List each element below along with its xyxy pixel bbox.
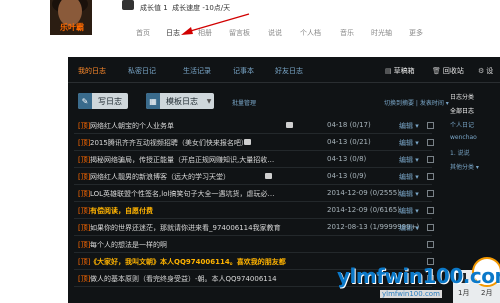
blog-title-link[interactable]: 揭秘网络骗局，传授正能量（开启正规网赚知识,大量招收… xyxy=(90,155,274,165)
drafts-icon: ▤ xyxy=(385,67,392,75)
profile-header: 乐叶霸 成长值 1 成长速度 -10点/天 首页 日志 相册 留言板 说说 个人… xyxy=(0,0,500,57)
blog-title-link[interactable]: 2015腾讯齐齐互动视频招聘（美女们快来报名吧） xyxy=(90,138,248,148)
edit-dropdown[interactable]: 编辑 ▾ xyxy=(399,172,419,182)
edit-dropdown[interactable]: 编辑 ▾ xyxy=(399,138,419,148)
write-icon: ✎ xyxy=(78,93,92,109)
pinned-tag: [顶] xyxy=(78,173,91,181)
tab-friend-blogs[interactable]: 好友日志 xyxy=(275,66,303,76)
category-all[interactable]: 全部日志 xyxy=(450,106,474,115)
recycle-label: 回收站 xyxy=(442,67,464,75)
row-checkbox[interactable] xyxy=(427,173,434,180)
drafts-label: 草稿箱 xyxy=(393,67,415,75)
blog-title-link[interactable]: 网络红人朝宝的个人业务单 xyxy=(90,121,174,131)
nav-music[interactable]: 音乐 xyxy=(340,28,354,38)
row-checkbox[interactable] xyxy=(427,139,434,146)
blog-title-link[interactable]: LOL英雄联盟个性签名,lol搞笑句子大全一遇坑货，虐玩必… xyxy=(90,189,274,199)
edit-dropdown[interactable]: 编辑 ▾ xyxy=(399,206,419,216)
pinned-tag: [顶] xyxy=(78,139,91,147)
row-checkbox[interactable] xyxy=(427,190,434,197)
row-checkbox[interactable] xyxy=(427,241,434,248)
blog-title-link[interactable]: 做人的基本原则（看完终身受益）-朝。本人QQ974006114 xyxy=(90,274,277,284)
blog-row[interactable]: [顶] 网络红人朝宝的个人业务单 04-18 (0/17) 编辑 ▾ xyxy=(74,117,434,134)
settings-button[interactable]: ⚙ 设 xyxy=(478,66,493,76)
pinned-tag: [顶] xyxy=(78,275,91,283)
category-wenchao[interactable]: wenchao xyxy=(450,134,477,141)
blog-date-count: 2014-12-09 (0/6165) xyxy=(327,206,400,214)
category-personal[interactable]: 个人日记 xyxy=(450,120,474,129)
blog-title-link[interactable]: 网络红人靓男的新浪博客（远大的学习天堂） xyxy=(90,172,230,182)
template-blog-button[interactable]: ▦ 模板日志 ▼ xyxy=(146,93,214,109)
edit-dropdown[interactable]: 编辑 ▾ xyxy=(399,121,419,131)
watermark-subtext: ylmfwin100.com xyxy=(380,290,442,298)
nav-shuoshuo[interactable]: 说说 xyxy=(268,28,282,38)
template-icon: ▦ xyxy=(146,93,160,109)
pinned-tag: [顶] xyxy=(78,122,91,130)
tab-notebook[interactable]: 记事本 xyxy=(233,66,254,76)
gear-icon: ⚙ xyxy=(478,67,485,75)
blog-row[interactable]: [顶] 网络红人靓男的新浪博客（远大的学习天堂） 04-13 (0/9) 编辑 ▾ xyxy=(74,168,434,185)
settings-label: 设 xyxy=(486,67,494,75)
write-blog-label: 写日志 xyxy=(98,96,122,106)
sort-controls: 切换到摘要 | 发表时间 ▾ xyxy=(384,100,449,107)
watermark-text: ylmfwin100.com xyxy=(337,264,500,288)
pinned-tag: [顶] xyxy=(78,156,91,164)
blog-row[interactable]: [顶] 如果你的世界还迷茫，那就请你进来看_974006114我家教育 2012-0… xyxy=(74,219,434,236)
drafts-button[interactable]: ▤ 草稿箱 xyxy=(385,66,415,76)
blog-date-count: 04-13 (0/9) xyxy=(327,172,367,180)
pinned-tag: [顶] xyxy=(78,241,91,249)
nav-profile[interactable]: 个人档 xyxy=(300,28,321,38)
tab-life-record[interactable]: 生活记录 xyxy=(183,66,211,76)
image-icon xyxy=(286,122,293,128)
blog-date-count: 04-13 (0/21) xyxy=(327,138,371,146)
tab-private-diary[interactable]: 私密日记 xyxy=(128,66,156,76)
write-blog-button[interactable]: ✎ 写日志 xyxy=(78,93,128,109)
chevron-down-icon[interactable]: ▼ xyxy=(204,98,214,105)
nav-timeline[interactable]: 时光轴 xyxy=(371,28,392,38)
pinned-tag: [顶] xyxy=(78,224,91,232)
site-watermark: ylmfwin100.com ylmfwin100.com xyxy=(322,252,500,303)
blog-row[interactable]: [顶] 2015腾讯齐齐互动视频招聘（美女们快来报名吧） 04-13 (0/21) 编… xyxy=(74,134,434,151)
trash-icon: 🗑 xyxy=(432,67,441,75)
growth-value: 成长值 1 xyxy=(140,4,168,12)
image-icon xyxy=(244,139,251,145)
growth-speed: 成长速度 -10点/天 xyxy=(172,4,231,12)
blog-row[interactable]: [顶] LOL英雄联盟个性签名,lol搞笑句子大全一遇坑货，虐玩必… 2014-12… xyxy=(74,185,434,202)
tab-my-blog[interactable]: 我的日志 xyxy=(78,66,106,76)
blog-title-link[interactable]: 每个人的想法是一样的啊 xyxy=(90,240,167,250)
blog-row[interactable]: [顶] 有偿阅读，自愿付费 2014-12-09 (0/6165) 编辑 ▾ xyxy=(74,202,434,219)
nav-home[interactable]: 首页 xyxy=(136,28,150,38)
image-icon xyxy=(265,173,272,179)
blog-tabs: 我的日志 私密日记 生活记录 记事本 好友日志 ▤ 草稿箱 🗑 回收站 ⚙ 设 xyxy=(68,57,500,83)
category-shuoshuo[interactable]: 1. 说说 xyxy=(450,148,470,157)
blog-title-link[interactable]: 有偿阅读，自愿付费 xyxy=(90,206,153,216)
row-checkbox[interactable] xyxy=(427,224,434,231)
blog-row[interactable]: [顶] 每个人的想法是一样的啊 xyxy=(74,236,434,253)
sort-by-time-link[interactable]: 发表时间 xyxy=(420,100,444,107)
edit-dropdown[interactable]: 编辑 ▾ xyxy=(399,189,419,199)
blog-row[interactable]: [顶] 揭秘网络骗局，传授正能量（开启正规网赚知识,大量招收… 04-13 (0/8… xyxy=(74,151,434,168)
category-other[interactable]: 其他分类 ▾ xyxy=(450,162,479,171)
batch-manage-link[interactable]: 批量管理 xyxy=(232,98,256,107)
edit-dropdown[interactable]: 编辑 ▾ xyxy=(399,155,419,165)
pinned-tag: [顶] xyxy=(78,207,91,215)
row-checkbox[interactable] xyxy=(427,156,434,163)
pinned-tag: [顶] xyxy=(78,190,91,198)
profile-name[interactable]: 乐叶霸 xyxy=(60,22,84,33)
blog-date-count: 04-13 (0/8) xyxy=(327,155,367,163)
edit-dropdown[interactable]: 编辑 ▾ xyxy=(399,223,419,233)
blog-date-count: 2014-12-09 (0/2555) xyxy=(327,189,400,197)
switch-summary-link[interactable]: 切换到摘要 xyxy=(384,100,414,107)
nav-more[interactable]: 更多 xyxy=(409,28,423,38)
row-checkbox[interactable] xyxy=(427,122,434,129)
annotation-arrow-icon xyxy=(181,13,250,35)
category-header: 日志分类 xyxy=(450,94,475,101)
level-icon xyxy=(122,0,134,10)
blog-title-link[interactable]: 如果你的世界还迷茫，那就请你进来看_974006114我家教育 xyxy=(90,223,281,233)
row-checkbox[interactable] xyxy=(427,207,434,214)
pinned-tag: [顶] xyxy=(78,258,91,266)
recycle-button[interactable]: 🗑 回收站 xyxy=(432,66,464,76)
blog-title-link[interactable]: 《大家好，我叫文朝》本人QQ974006114。喜欢我的朋友都 xyxy=(90,257,286,267)
template-blog-label: 模板日志 xyxy=(166,96,198,106)
blog-date-count: 04-18 (0/17) xyxy=(327,121,371,129)
